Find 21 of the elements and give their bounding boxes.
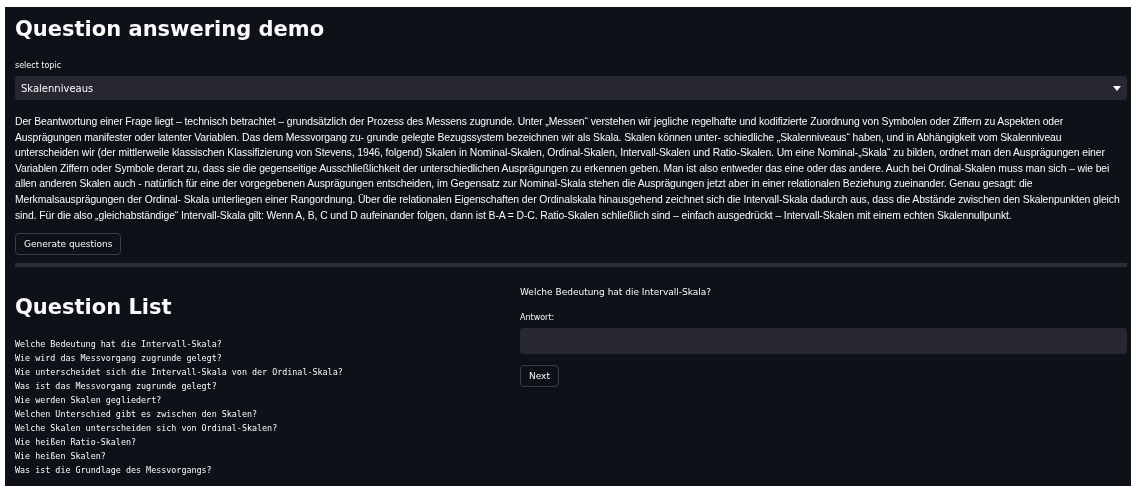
context-paragraph: Der Beantwortung einer Frage liegt – technisch betrachtet – grundsätzlich der Prozess des Messens zugrunde. Unter „Messen“ verstehen wir jegliche regelhafte und kodifizierte Zuordnung von Symbolen oder Ziffern zu Aspekten oder Ausprägungen manifester oder latenter Variablen. Das dem Messvorgang zu- grunde gelegte Bezugssystem bezeichnen wir als Skala. Skalen können unter- schiedliche „Skalenniveaus“ haben, und in Abhängigkeit vom Skalenniveau unterscheiden wir (der mittlerweile klassischen Klassifizierung von Stevens, 1946, folgend) Skalen in Nominal-Skalen, Ordinal-Skalen, Intervall-Skalen und Ratio-Skalen. Um eine Nominal-„Skala“ zu bilden, ordnet man den Ausprägungen einer Variablen Ziffern oder Symbole derart zu, dass sie die gegenseitige Ausschließlichkeit der unterschiedlichen Ausprägungen zu erkennen geben. Man ist also entweder das eine oder das andere. Auch bei Ordinal-Skalen muss man sich – wie bei allen anderen Skalen auch - natürlich für eine der vorgegebenen Ausprägungen entscheiden, im Gegensatz zur Nominal-Skala stehen die Ausprägungen jetzt aber in einer relationalen Beziehung zueinander. Genau gesagt: die Merkmalsausprägungen der Ordinal- Skala unterliegen einer Rangordnung. Über die relationalen Eigenschaften der Ordinalskala hinausgehend zeichnet sich die Intervall-Skala dadurch aus, dass die Abstände zwischen den Skalenpunkten gleich sind. Für die also „gleichabständige“ Intervall-Skala gilt: Wenn A, B, C und D aufeinander folgen, dann ist B-A = D-C. Ratio-Skalen schließlich sind – einfach ausgedrückt – Intervall-Skalen mit einem echten Skalennullpunkt. <box>15 115 1121 223</box>
question-item: Was ist das Messvorgang zugrunde gelegt? <box>15 380 218 394</box>
question-item: Wie heißen Ratio-Skalen? <box>15 436 137 450</box>
topic-select[interactable]: Skalenniveaus <box>15 76 1127 100</box>
question-item: Was ist die Grundlage des Messvorgangs? <box>15 464 213 478</box>
question-item: Welchen Unterschied gibt es zwischen den Skalen? <box>15 408 259 422</box>
answer-label: Antwort: <box>520 313 556 323</box>
question-item: Wie unterscheidet sich die Intervall-Skala von der Ordinal-Skala? <box>15 366 344 380</box>
next-button[interactable]: Next <box>520 365 559 388</box>
question-item: Wie werden Skalen gegliedert? <box>15 394 163 408</box>
question-item: Welche Bedeutung hat die Intervall-Skala? <box>15 338 223 352</box>
page-title: Question answering demo <box>15 16 326 43</box>
caret-icon <box>1113 85 1121 91</box>
section-heading: Question List <box>15 295 173 320</box>
current-question: Welche Bedeutung hat die Intervall-Skala? <box>520 287 713 298</box>
answer-field[interactable] <box>520 328 1127 355</box>
question-item: Wie heißen Skalen? <box>15 450 107 464</box>
select-label: select topic <box>15 61 63 70</box>
generate-button[interactable]: Generate questions <box>15 233 122 256</box>
question-item: Wie wird das Messvorgang zugrunde gelegt? <box>15 352 223 366</box>
question-item: Welche Skalen unterscheiden sich von Ordinal-Skalen? <box>15 422 279 436</box>
